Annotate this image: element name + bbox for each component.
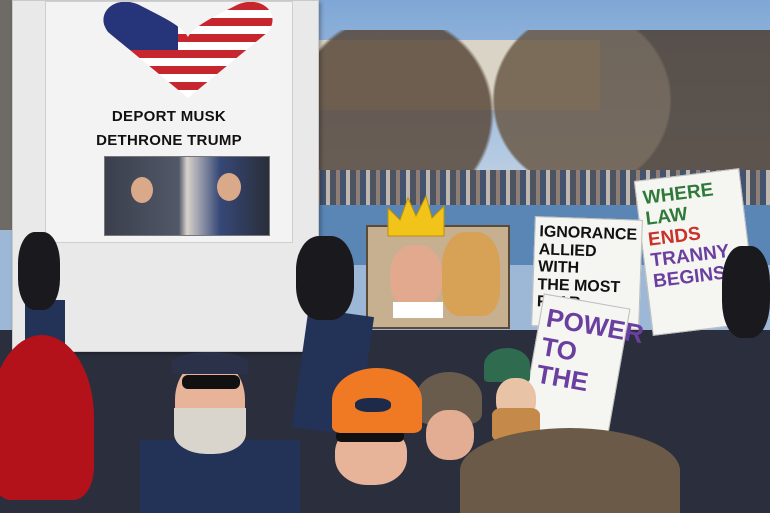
older-woman-face [426,410,474,460]
black-glove-right [296,236,354,320]
poster-line-2: DETHRONE TRUMP [96,132,242,149]
broncos-logo-icon [355,398,391,412]
poster-photo [104,156,270,236]
poster-line-1: DEPORT MUSK [111,108,227,125]
green-hat [484,348,530,382]
man-cap [172,352,248,374]
fur-hood [460,428,680,513]
sunglasses [182,375,240,389]
sign-ignorance-line-2: ALLIED WITH [537,240,597,277]
black-glove-far-right [722,246,770,338]
face-mask [390,245,442,307]
mask-stick-label [393,302,443,318]
black-glove-left [18,232,60,310]
flag-heart-icon [103,2,273,98]
shiba-dog-image [442,232,500,316]
poster-panel: DEPORT MUSK DETHRONE TRUMP [45,1,293,243]
white-beard [174,408,246,454]
crown-icon [387,194,445,237]
background-trees [300,30,770,170]
photo-scene: DEPORT MUSK DETHRONE TRUMP WHERE LAW END… [0,0,770,513]
